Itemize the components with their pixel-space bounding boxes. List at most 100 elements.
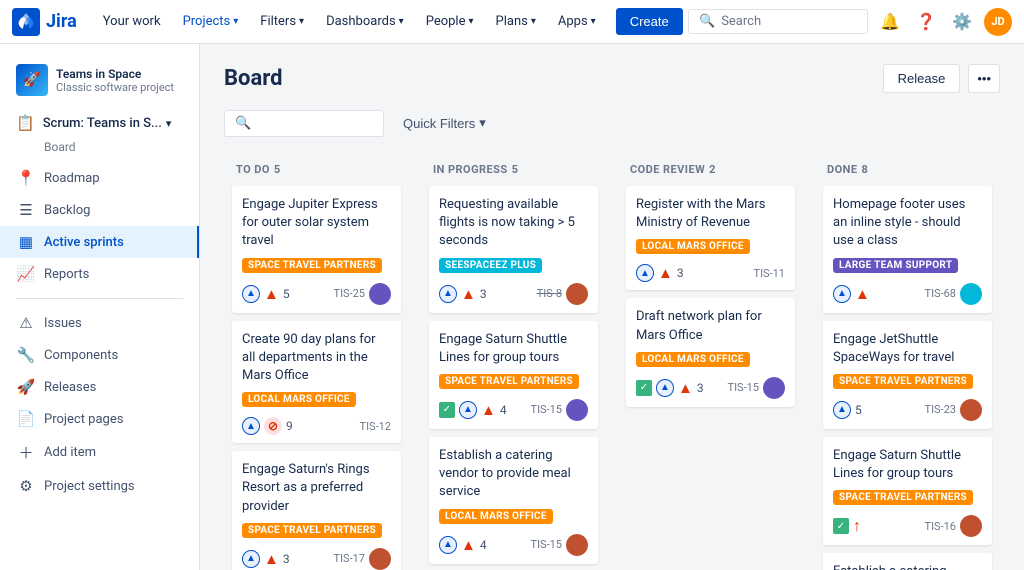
- search-bar[interactable]: 🔍 Search: [688, 9, 868, 34]
- sidebar-item-project-settings[interactable]: ⚙ Project settings: [0, 470, 199, 502]
- card-avatar: [960, 283, 982, 305]
- logo-text: Jira: [46, 11, 77, 32]
- card-check-icon: ✓: [439, 402, 455, 418]
- priority-high-icon: ▲: [658, 264, 673, 282]
- priority-high-icon: ▲: [481, 401, 496, 419]
- nav-plans[interactable]: Plans ▾: [486, 10, 546, 33]
- card-count: 4: [500, 403, 507, 417]
- card-footer: ▲▲3 TIS-8: [439, 283, 588, 305]
- card-tag: SPACE TRAVEL PARTNERS: [833, 374, 973, 389]
- help-button[interactable]: ❓: [912, 8, 940, 36]
- card-count: 5: [855, 403, 862, 417]
- issues-icon: ⚠: [16, 314, 36, 332]
- sidebar-item-project-pages[interactable]: 📄 Project pages: [0, 403, 199, 435]
- project-icon: 🚀: [16, 64, 48, 96]
- card-footer: ✓▲▲3 TIS-15: [636, 377, 785, 399]
- card[interactable]: Register with the Mars Ministry of Reven…: [626, 186, 795, 290]
- card-id: TIS-8: [537, 287, 562, 300]
- card[interactable]: Create 90 day plans for all departments …: [232, 321, 401, 444]
- card-cancel-icon: ⊘: [264, 417, 282, 435]
- card-footer-left: ▲▲3: [242, 550, 290, 568]
- card-story-icon: ▲: [833, 401, 851, 419]
- board-search[interactable]: 🔍: [224, 110, 384, 137]
- nav-your-work[interactable]: Your work: [93, 10, 171, 33]
- sidebar-item-releases[interactable]: 🚀 Releases: [0, 371, 199, 403]
- card-footer: ▲▲4 TIS-15: [439, 534, 588, 556]
- card-footer: ▲▲3 TIS-17: [242, 548, 391, 570]
- card-title: Create 90 day plans for all departments …: [242, 331, 391, 386]
- sidebar-item-backlog[interactable]: ☰ Backlog: [0, 194, 199, 226]
- card-avatar: [763, 377, 785, 399]
- board-title: Board: [224, 66, 282, 91]
- card-avatar: [369, 548, 391, 570]
- sidebar-item-reports[interactable]: 📈 Reports: [0, 258, 199, 290]
- sidebar-project: 🚀 Teams in Space Classic software projec…: [0, 56, 199, 108]
- card-id: TIS-25: [334, 287, 366, 300]
- card-tag: SPACE TRAVEL PARTNERS: [242, 523, 382, 538]
- card[interactable]: Engage Jupiter Express for outer solar s…: [232, 186, 401, 313]
- card[interactable]: Requesting available flights is now taki…: [429, 186, 598, 313]
- project-name: Teams in Space: [56, 67, 183, 81]
- card[interactable]: Engage Saturn's Rings Resort as a prefer…: [232, 451, 401, 570]
- reports-icon: 📈: [16, 265, 36, 283]
- sidebar-item-issues[interactable]: ⚠ Issues: [0, 307, 199, 339]
- nav-filters[interactable]: Filters ▾: [250, 10, 314, 33]
- card[interactable]: Engage JetShuttle SpaceWays for travel S…: [823, 321, 992, 429]
- card-title: Engage Saturn Shuttle Lines for group to…: [439, 331, 588, 367]
- card-story-icon: ▲: [656, 379, 674, 397]
- card-footer-left: ▲▲5: [242, 285, 290, 303]
- user-avatar[interactable]: JD: [984, 8, 1012, 36]
- sidebar-item-add-item[interactable]: ＋ Add item: [0, 435, 199, 470]
- release-button[interactable]: Release: [883, 64, 961, 93]
- card-title: Homepage footer uses an inline style - s…: [833, 196, 982, 251]
- card-title: Engage Saturn Shuttle Lines for group to…: [833, 447, 982, 483]
- column-in-progress: IN PROGRESS 5 Requesting available fligh…: [421, 153, 606, 570]
- card-footer-right: TIS-17: [334, 548, 392, 570]
- project-pages-icon: 📄: [16, 410, 36, 428]
- main-nav: Your work Projects ▾ Filters ▾ Dashboard…: [93, 8, 688, 35]
- card-tag: SPACE TRAVEL PARTNERS: [833, 490, 973, 505]
- column-header-code-review: CODE REVIEW 2: [626, 163, 795, 186]
- logo[interactable]: Jira: [12, 8, 77, 36]
- card-title: Draft network plan for Mars Office: [636, 308, 785, 344]
- card-title: Engage Saturn's Rings Resort as a prefer…: [242, 461, 391, 516]
- sidebar-scrum-header[interactable]: 📋 Scrum: Teams in S... ▾: [0, 108, 199, 138]
- priority-high-icon: ▲: [461, 285, 476, 303]
- project-type: Classic software project: [56, 81, 183, 94]
- nav-projects[interactable]: Projects ▾: [173, 10, 249, 33]
- card-footer: ✓▲▲4 TIS-15: [439, 399, 588, 421]
- card-footer-left: ▲▲: [833, 285, 870, 303]
- projects-chevron: ▾: [233, 16, 238, 27]
- sidebar-item-components[interactable]: 🔧 Components: [0, 339, 199, 371]
- sidebar-divider: [16, 298, 183, 299]
- sidebar-scrum-sub: Board: [0, 138, 199, 162]
- card-story-icon: ▲: [242, 417, 260, 435]
- card[interactable]: Engage Saturn Shuttle Lines for group to…: [823, 437, 992, 545]
- settings-button[interactable]: ⚙️: [948, 8, 976, 36]
- nav-people[interactable]: People ▾: [416, 10, 484, 33]
- board-search-icon: 🔍: [235, 116, 251, 131]
- sidebar-item-roadmap[interactable]: 📍 Roadmap: [0, 162, 199, 194]
- card[interactable]: Engage Saturn Shuttle Lines for group to…: [429, 321, 598, 429]
- top-navigation: Jira Your work Projects ▾ Filters ▾ Dash…: [0, 0, 1024, 44]
- card[interactable]: Homepage footer uses an inline style - s…: [823, 186, 992, 313]
- notifications-button[interactable]: 🔔: [876, 8, 904, 36]
- card-avatar: [369, 283, 391, 305]
- card[interactable]: Establish a catering vendor to provide m…: [823, 553, 992, 570]
- nav-apps[interactable]: Apps ▾: [548, 10, 606, 33]
- create-button[interactable]: Create: [616, 8, 683, 35]
- sidebar-item-active-sprints[interactable]: ▦ Active sprints: [0, 226, 199, 258]
- card-story-icon: ▲: [439, 285, 457, 303]
- more-options-button[interactable]: •••: [968, 64, 1000, 93]
- column-header-todo: TO DO 5: [232, 163, 401, 186]
- card-story-icon: ▲: [833, 285, 851, 303]
- card-check-icon: ✓: [833, 518, 849, 534]
- card[interactable]: Draft network plan for Mars Office LOCAL…: [626, 298, 795, 406]
- topnav-right: 🔍 Search 🔔 ❓ ⚙️ JD: [688, 8, 1012, 36]
- nav-dashboards[interactable]: Dashboards ▾: [316, 10, 414, 33]
- card-footer: ▲▲3 TIS-11: [636, 264, 785, 282]
- card[interactable]: Establish a catering vendor to provide m…: [429, 437, 598, 564]
- card-title: Engage JetShuttle SpaceWays for travel: [833, 331, 982, 367]
- quick-filters-button[interactable]: Quick Filters ▾: [392, 109, 497, 137]
- card-id: TIS-15: [728, 381, 760, 394]
